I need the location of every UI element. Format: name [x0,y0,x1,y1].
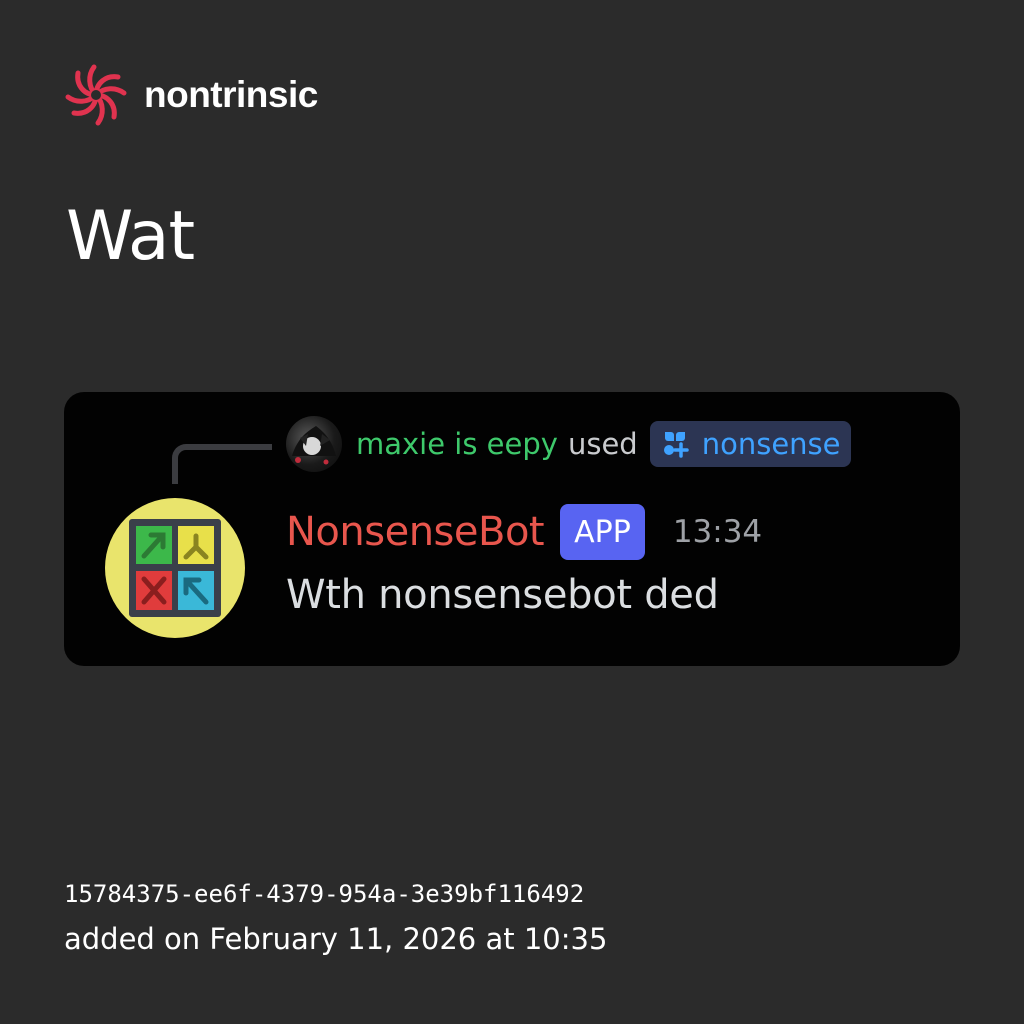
command-badge: nonsense [649,421,851,467]
message-timestamp: 13:34 [672,514,763,550]
app-command-icon [663,432,689,458]
command-usage-line: maxie is eepy used nonsense [356,418,851,470]
command-user-name: maxie is eepy [356,427,558,461]
page-title: Wat [66,197,195,276]
brand-header[interactable]: nontrinsic [64,62,318,128]
command-action-text: used [567,427,638,461]
user-avatar [286,416,342,472]
app-tag-badge: APP [560,504,645,560]
bot-avatar [105,498,245,638]
four-arrow-grid-icon [129,519,221,617]
post-added-date: added on February 11, 2026 at 10:35 [64,922,608,956]
brand-name: nontrinsic [144,74,318,115]
message-header: NonsenseBot APP 13:34 [286,500,762,564]
message-text: Wth nonsensebot ded [286,572,719,618]
post-id: 15784375-ee6f-4379-954a-3e39bf116492 [64,880,585,908]
message-author[interactable]: NonsenseBot [286,509,545,555]
command-name: nonsense [701,427,841,461]
avatar-image-icon [292,426,336,465]
post-page: nontrinsic Wat maxie is eepy used nonsen… [0,0,1024,1024]
spiral-swirl-icon [65,64,127,126]
reply-connector-line [172,444,272,484]
chat-screenshot: maxie is eepy used nonsense NonsenseBot … [64,392,960,666]
